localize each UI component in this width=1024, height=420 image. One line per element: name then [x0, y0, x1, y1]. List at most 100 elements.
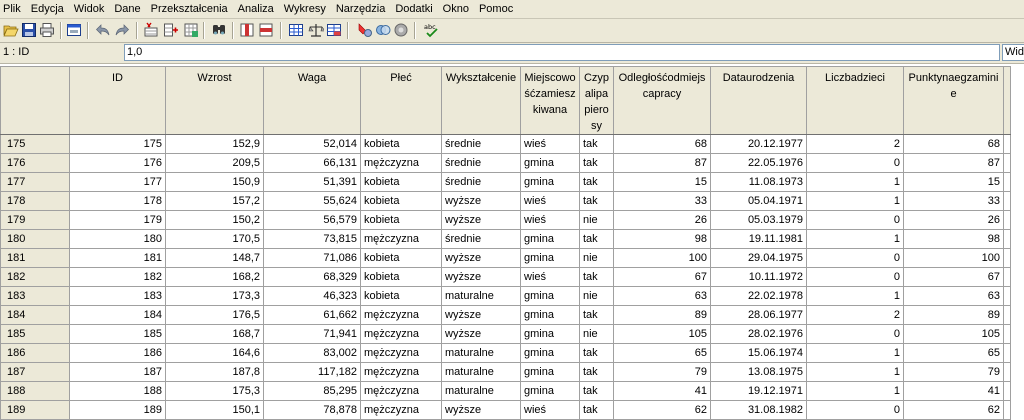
data-cell[interactable]: 175,3	[165, 381, 264, 401]
data-cell[interactable]: 46,323	[263, 286, 361, 306]
menu-item-3[interactable]: Dane	[109, 0, 145, 18]
select-cases-icon[interactable]	[308, 22, 324, 38]
data-cell[interactable]: 164,6	[165, 343, 264, 363]
data-cell[interactable]: 184	[69, 305, 166, 325]
data-cell[interactable]: tak	[579, 381, 614, 401]
data-cell[interactable]: gmina	[520, 305, 580, 325]
data-cell[interactable]: 63	[903, 286, 1004, 306]
data-cell[interactable]: średnie	[441, 153, 521, 173]
use-variable-sets-icon[interactable]	[393, 22, 409, 38]
data-cell[interactable]: 185	[69, 324, 166, 344]
data-cell[interactable]: 177	[69, 172, 166, 192]
data-cell[interactable]: gmina	[520, 286, 580, 306]
grid-corner[interactable]	[0, 66, 70, 135]
data-cell[interactable]: 33	[613, 191, 711, 211]
data-cell[interactable]: gmina	[520, 153, 580, 173]
data-cell[interactable]: 51,391	[263, 172, 361, 192]
data-cell[interactable]: 186	[69, 343, 166, 363]
row-header[interactable]: 187	[0, 362, 70, 382]
menu-item-10[interactable]: Pomoc	[474, 0, 518, 18]
data-cell[interactable]: mężczyzna	[360, 343, 442, 363]
data-cell[interactable]: 152,9	[165, 134, 264, 154]
data-cell[interactable]: 181	[69, 248, 166, 268]
data-cell[interactable]: 187,8	[165, 362, 264, 382]
row-header[interactable]: 180	[0, 229, 70, 249]
menu-item-9[interactable]: Okno	[438, 0, 474, 18]
data-cell[interactable]: kobieta	[360, 267, 442, 287]
row-header[interactable]: 188	[0, 381, 70, 401]
data-cell[interactable]: 13.08.1975	[710, 362, 807, 382]
split-file-icon[interactable]	[258, 22, 274, 38]
data-cell[interactable]: mężczyzna	[360, 400, 442, 420]
data-cell[interactable]: 65	[903, 343, 1004, 363]
menu-item-6[interactable]: Wykresy	[279, 0, 331, 18]
empty-cell[interactable]	[1003, 400, 1011, 420]
data-cell[interactable]: 52,014	[263, 134, 361, 154]
data-cell[interactable]: tak	[579, 191, 614, 211]
data-cell[interactable]: nie	[579, 248, 614, 268]
data-cell[interactable]: gmina	[520, 248, 580, 268]
row-header[interactable]: 184	[0, 305, 70, 325]
data-cell[interactable]: 176,5	[165, 305, 264, 325]
data-cell[interactable]: 15	[903, 172, 1004, 192]
data-cell[interactable]: wyższe	[441, 210, 521, 230]
data-cell[interactable]: 05.04.1971	[710, 191, 807, 211]
empty-cell[interactable]	[1003, 172, 1011, 192]
data-cell[interactable]: 71,941	[263, 324, 361, 344]
data-cell[interactable]: tak	[579, 172, 614, 192]
data-cell[interactable]: 105	[903, 324, 1004, 344]
spell-check-icon[interactable]: abc	[423, 22, 439, 38]
data-cell[interactable]: nie	[579, 210, 614, 230]
column-header[interactable]: Dataurodzenia	[710, 66, 807, 135]
data-cell[interactable]: 187	[69, 362, 166, 382]
use-sets-icon[interactable]	[357, 22, 373, 38]
cell-value-input[interactable]: 1,0	[124, 44, 1000, 61]
column-header[interactable]: Waga	[263, 66, 361, 135]
empty-cell[interactable]	[1003, 305, 1011, 325]
data-cell[interactable]: maturalne	[441, 381, 521, 401]
data-cell[interactable]: 78,878	[263, 400, 361, 420]
data-cell[interactable]: 178	[69, 191, 166, 211]
column-header[interactable]: Liczbadzieci	[806, 66, 904, 135]
data-cell[interactable]: 11.08.1973	[710, 172, 807, 192]
data-cell[interactable]: gmina	[520, 172, 580, 192]
data-cell[interactable]: gmina	[520, 362, 580, 382]
data-cell[interactable]: 55,624	[263, 191, 361, 211]
data-cell[interactable]: 173,3	[165, 286, 264, 306]
data-cell[interactable]: 100	[903, 248, 1004, 268]
data-cell[interactable]: 65	[613, 343, 711, 363]
data-cell[interactable]: maturalne	[441, 286, 521, 306]
data-cell[interactable]: 28.06.1977	[710, 305, 807, 325]
data-cell[interactable]: wieś	[520, 210, 580, 230]
data-cell[interactable]: gmina	[520, 343, 580, 363]
data-cell[interactable]: 2	[806, 305, 904, 325]
data-cell[interactable]: 1	[806, 343, 904, 363]
row-header[interactable]: 186	[0, 343, 70, 363]
empty-cell[interactable]	[1003, 343, 1011, 363]
data-cell[interactable]: 68	[613, 134, 711, 154]
column-header[interactable]: ID	[69, 66, 166, 135]
data-cell[interactable]: 150,2	[165, 210, 264, 230]
data-cell[interactable]: 0	[806, 153, 904, 173]
undo-icon[interactable]	[95, 22, 111, 38]
data-cell[interactable]: kobieta	[360, 210, 442, 230]
data-cell[interactable]: 62	[903, 400, 1004, 420]
data-cell[interactable]: 89	[903, 305, 1004, 325]
data-cell[interactable]: wieś	[520, 134, 580, 154]
menu-item-4[interactable]: Przekształcenia	[146, 0, 233, 18]
data-cell[interactable]: 176	[69, 153, 166, 173]
data-cell[interactable]: 41	[613, 381, 711, 401]
empty-cell[interactable]	[1003, 248, 1011, 268]
data-cell[interactable]: 79	[613, 362, 711, 382]
empty-cell[interactable]	[1003, 267, 1011, 287]
data-cell[interactable]: 188	[69, 381, 166, 401]
data-cell[interactable]: tak	[579, 229, 614, 249]
data-cell[interactable]: wieś	[520, 191, 580, 211]
show-all-variables-icon[interactable]	[375, 22, 391, 38]
data-cell[interactable]: wieś	[520, 400, 580, 420]
data-cell[interactable]: 0	[806, 248, 904, 268]
data-cell[interactable]: mężczyzna	[360, 229, 442, 249]
open-folder-icon[interactable]	[3, 22, 19, 38]
data-cell[interactable]: mężczyzna	[360, 381, 442, 401]
data-cell[interactable]: tak	[579, 343, 614, 363]
